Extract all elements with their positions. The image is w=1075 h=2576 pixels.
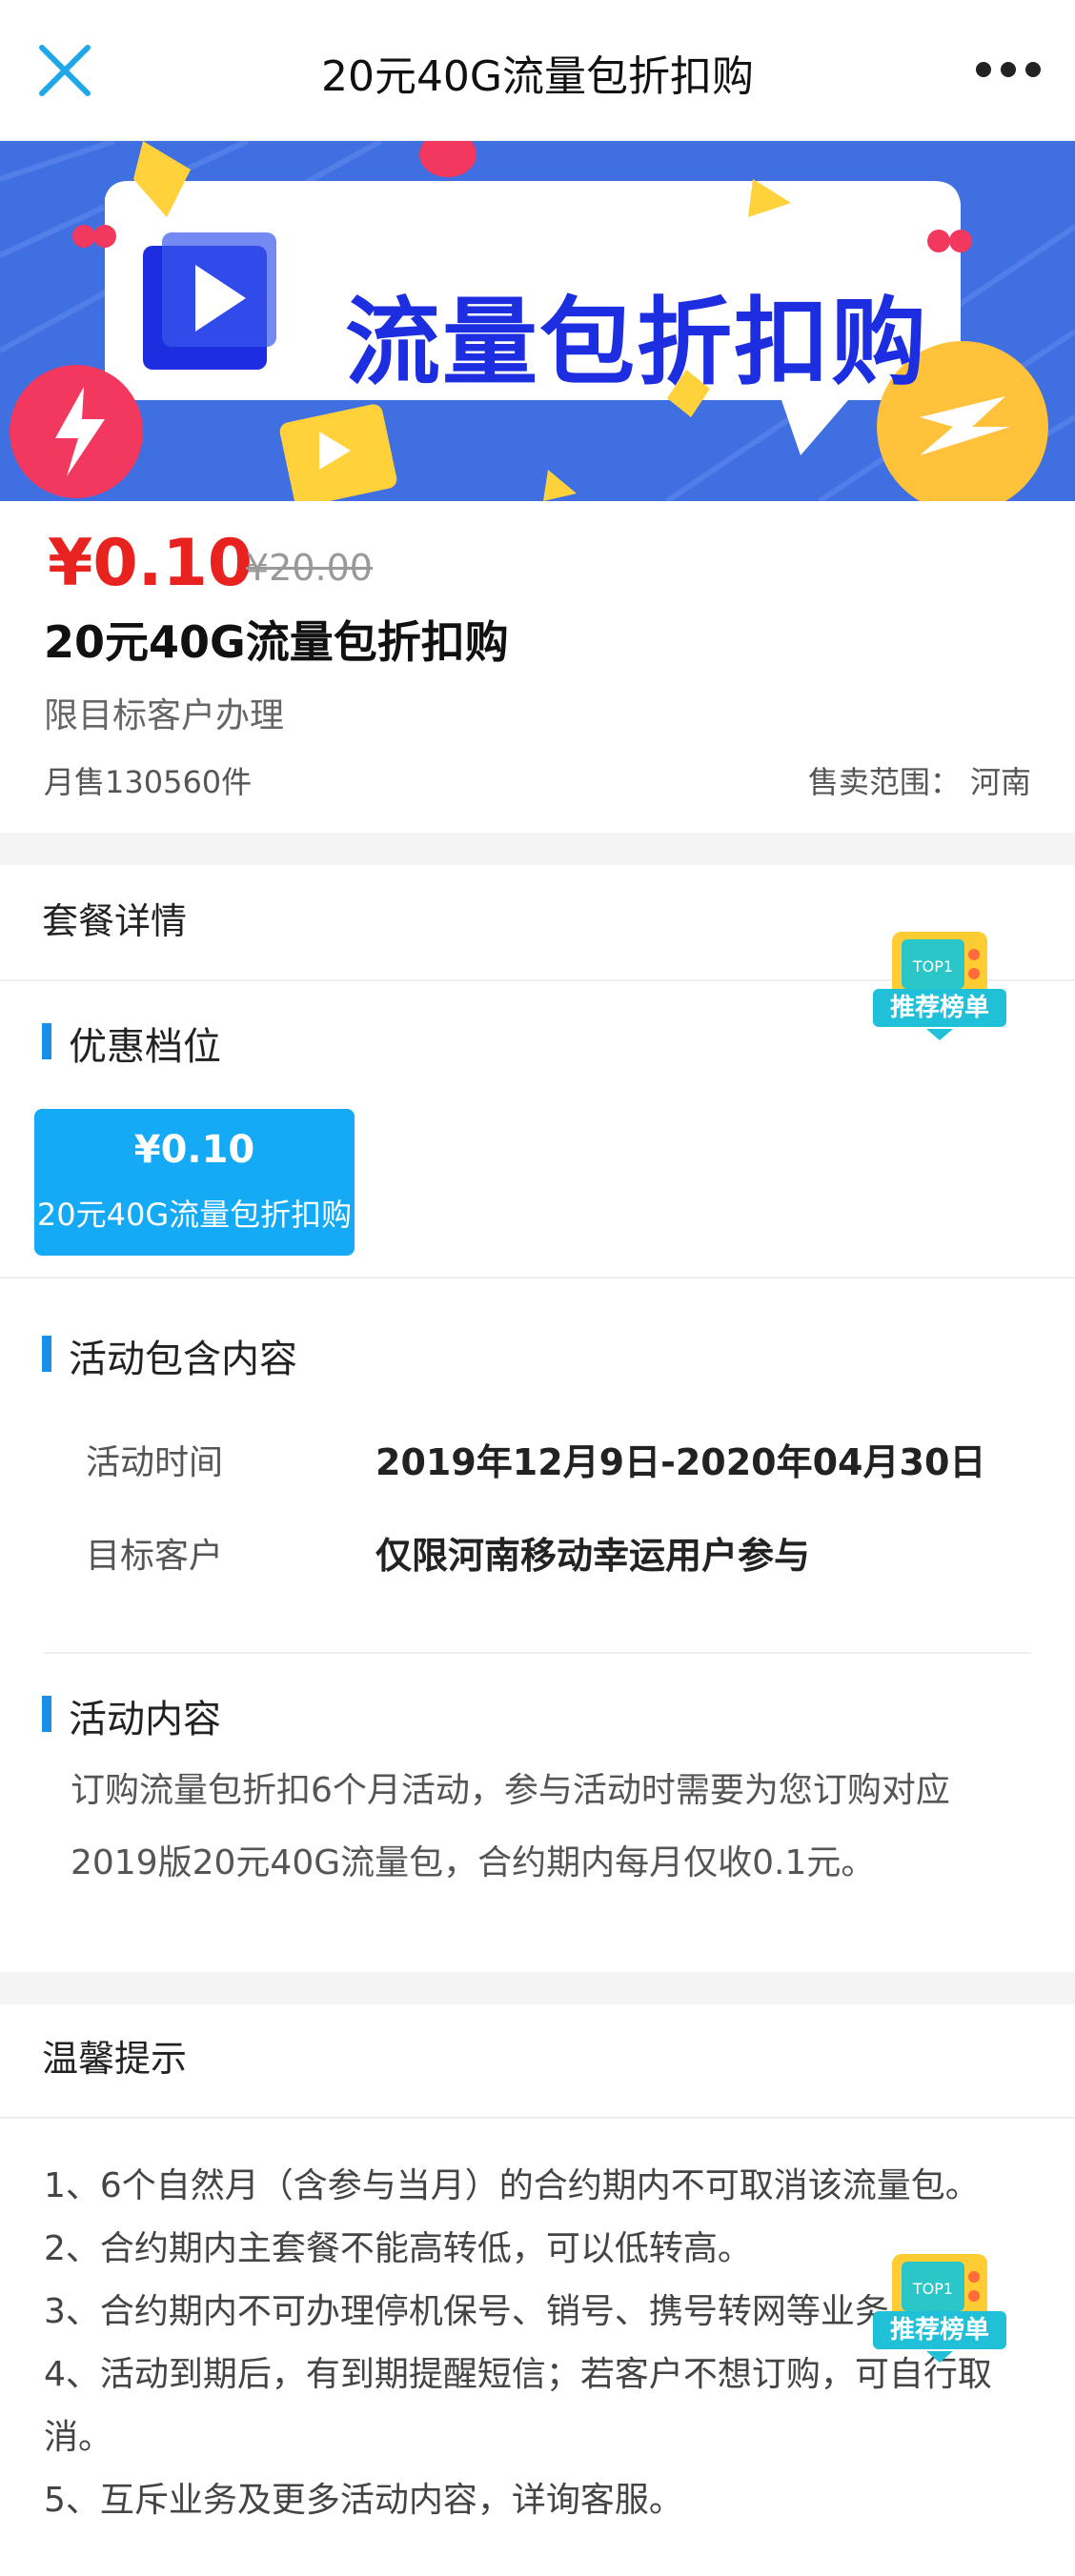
tier-name: 20元40G流量包折扣购 bbox=[36, 1197, 353, 1233]
activity-heading: 活动包含内容 bbox=[42, 1328, 297, 1383]
top-bar: 20元40G流量包折扣购 bbox=[0, 0, 1075, 141]
ranking-badge[interactable]: TOP1 推荐榜单 bbox=[869, 905, 1010, 1048]
page-title: 20元40G流量包折扣购 bbox=[320, 52, 755, 101]
tip-item: 1、6个自然月（含参与当月）的合约期内不可取消该流量包。 bbox=[44, 2166, 980, 2205]
tip-item: 5、互斥业务及更多活动内容，详询客服。 bbox=[44, 2481, 683, 2520]
product-info: ¥0.10 ¥20.00 20元40G流量包折扣购 限目标客户办理 月售1305… bbox=[0, 501, 1075, 833]
activity-time-label: 活动时间 bbox=[86, 1443, 224, 1482]
divider bbox=[0, 1277, 1075, 1278]
tier-price: ¥0.10 bbox=[133, 1128, 255, 1172]
tier-heading: 优惠档位 bbox=[42, 1016, 221, 1071]
sales-scope: 售卖范围： 河南 bbox=[807, 764, 1031, 800]
promo-banner: 流量包折扣购 bbox=[0, 141, 1075, 501]
target-customer-label: 目标客户 bbox=[86, 1537, 224, 1576]
banner-title: 流量包折扣购 bbox=[345, 287, 928, 398]
ranking-badge[interactable]: TOP1 推荐榜单 bbox=[869, 2227, 1010, 2370]
activity-time-value: 2019年12月9日-2020年04月30日 bbox=[375, 1441, 986, 1483]
badge-top-text: TOP1 bbox=[912, 957, 953, 976]
ranking-badge-label: 推荐榜单 bbox=[873, 989, 1006, 1027]
product-subtitle: 限目标客户办理 bbox=[44, 696, 285, 735]
activity-content-text: 订购流量包折扣6个月活动，参与活动时需要为您订购对应2019版20元40G流量包… bbox=[71, 1771, 950, 1882]
details-section-title: 套餐详情 bbox=[42, 900, 188, 942]
section-gap bbox=[0, 1972, 1075, 2004]
more-icon[interactable] bbox=[970, 55, 1046, 84]
ranking-badge-label: 推荐榜单 bbox=[873, 2311, 1006, 2349]
target-customer-value: 仅限河南移动幸运用户参与 bbox=[375, 1535, 811, 1577]
badge-top-text: TOP1 bbox=[912, 2280, 953, 2298]
monthly-sales: 月售130560件 bbox=[44, 764, 253, 800]
current-price: ¥0.10 bbox=[48, 526, 254, 601]
divider bbox=[0, 2117, 1075, 2119]
tier-option-card[interactable]: ¥0.10 20元40G流量包折扣购 bbox=[34, 1109, 355, 1256]
product-title: 20元40G流量包折扣购 bbox=[44, 616, 509, 668]
section-gap bbox=[0, 833, 1075, 865]
content-heading: 活动内容 bbox=[42, 1688, 221, 1743]
divider bbox=[44, 1652, 1031, 1654]
tips-section-title: 温馨提示 bbox=[42, 2038, 188, 2080]
original-price: ¥20.00 bbox=[246, 547, 373, 589]
